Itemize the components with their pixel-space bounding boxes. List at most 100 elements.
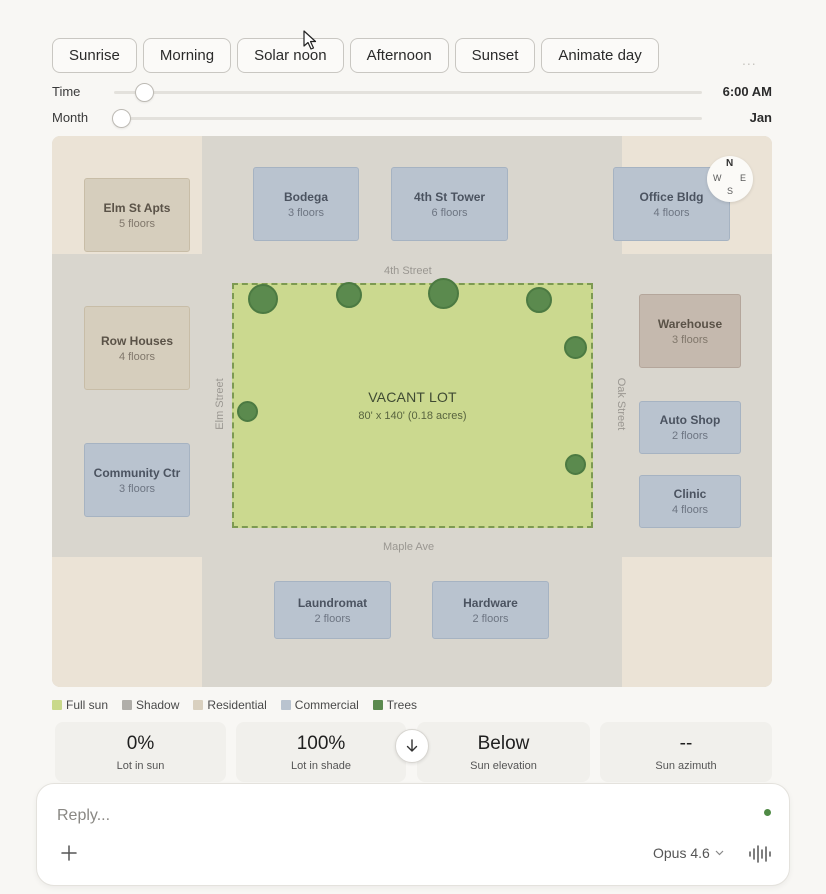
building-clinic: Clinic 4 floors bbox=[639, 475, 741, 528]
time-slider-row: Time 6:00 AM bbox=[52, 82, 772, 102]
building-name: Community Ctr bbox=[93, 465, 181, 480]
map-corner-block-se bbox=[622, 557, 772, 687]
animate-day-button[interactable]: Animate day bbox=[541, 38, 659, 73]
building-row-houses: Row Houses 4 floors bbox=[84, 306, 190, 390]
month-label: Month bbox=[52, 110, 89, 125]
building-name: Row Houses bbox=[100, 333, 173, 348]
map-legend: Full sun Shadow Residential Commercial T… bbox=[52, 698, 417, 712]
morning-button[interactable]: Morning bbox=[142, 38, 232, 73]
lot-title: VACANT LOT bbox=[368, 389, 457, 405]
afternoon-button[interactable]: Afternoon bbox=[349, 38, 449, 73]
lot-size: 80' x 140' (0.18 acres) bbox=[358, 410, 467, 422]
stat-lot-in-sun: 0% Lot in sun bbox=[55, 722, 226, 782]
voice-waveform-icon[interactable] bbox=[747, 844, 773, 864]
stat-label: Lot in shade bbox=[291, 759, 351, 772]
tree-icon bbox=[565, 454, 586, 475]
time-slider-thumb[interactable] bbox=[135, 83, 154, 102]
legend-label: Full sun bbox=[66, 698, 109, 712]
sunset-button[interactable]: Sunset bbox=[454, 38, 536, 73]
swatch-residential bbox=[193, 700, 204, 710]
street-label-oak: Oak Street bbox=[615, 377, 627, 431]
chevron-down-icon bbox=[715, 850, 724, 856]
building-name: Warehouse bbox=[657, 316, 723, 331]
building-floors: 3 floors bbox=[287, 206, 325, 219]
status-dot bbox=[764, 809, 771, 816]
stat-lot-in-shade: 100% Lot in shade bbox=[236, 722, 406, 782]
reply-input[interactable] bbox=[57, 804, 657, 828]
reply-composer: Opus 4.6 bbox=[36, 783, 790, 886]
building-name: Clinic bbox=[673, 487, 707, 501]
time-label: Time bbox=[52, 84, 81, 99]
legend-item-shadow: Shadow bbox=[122, 698, 179, 712]
month-slider-track[interactable] bbox=[112, 109, 702, 128]
building-floors: 3 floors bbox=[671, 333, 709, 346]
building-4th-st-tower: 4th St Tower 6 floors bbox=[391, 167, 508, 241]
building-name: Office Bldg bbox=[639, 189, 704, 204]
sunrise-button[interactable]: Sunrise bbox=[52, 38, 137, 73]
stat-value: Below bbox=[477, 732, 530, 754]
swatch-trees bbox=[372, 700, 383, 710]
legend-item-residential: Residential bbox=[193, 698, 267, 712]
stat-value: -- bbox=[679, 732, 693, 754]
tree-icon bbox=[526, 287, 552, 313]
building-name: Bodega bbox=[283, 189, 328, 204]
building-bodega: Bodega 3 floors bbox=[253, 167, 359, 241]
vacant-lot[interactable]: VACANT LOT 80' x 140' (0.18 acres) bbox=[232, 283, 593, 528]
building-elm-st-apts: Elm St Apts 5 floors bbox=[84, 178, 190, 252]
tree-icon bbox=[248, 284, 278, 314]
building-floors: 2 floors bbox=[314, 612, 351, 625]
building-floors: 2 floors bbox=[472, 612, 509, 625]
swatch-full-sun bbox=[52, 700, 62, 710]
building-name: 4th St Tower bbox=[413, 189, 486, 204]
street-label-maple: Maple Ave bbox=[383, 541, 435, 553]
legend-item-trees: Trees bbox=[372, 698, 418, 712]
building-name: Auto Shop bbox=[659, 413, 721, 427]
legend-label: Trees bbox=[386, 698, 418, 712]
model-selector[interactable]: Opus 4.6 bbox=[653, 845, 724, 861]
stat-sun-elevation: Below Sun elevation bbox=[417, 722, 590, 782]
tree-icon bbox=[564, 336, 587, 359]
swatch-shadow bbox=[122, 700, 133, 710]
building-floors: 4 floors bbox=[118, 350, 156, 363]
time-slider-track[interactable] bbox=[114, 83, 702, 102]
model-name: Opus 4.6 bbox=[653, 845, 710, 861]
building-floors: 4 floors bbox=[671, 504, 709, 516]
site-map: Elm St Apts 5 floors Bodega 3 floors 4th… bbox=[52, 136, 772, 687]
building-floors: 5 floors bbox=[118, 217, 156, 230]
building-floors: 6 floors bbox=[431, 206, 468, 219]
scroll-down-button[interactable] bbox=[395, 729, 429, 763]
stat-label: Sun azimuth bbox=[655, 759, 717, 772]
building-floors: 2 floors bbox=[671, 430, 709, 442]
tree-icon bbox=[336, 282, 362, 308]
legend-label: Commercial bbox=[294, 698, 359, 712]
building-hardware: Hardware 2 floors bbox=[432, 581, 549, 639]
stat-label: Sun elevation bbox=[470, 759, 537, 772]
stat-value: 100% bbox=[296, 732, 346, 754]
building-floors: 3 floors bbox=[118, 482, 156, 495]
map-corner-block-sw bbox=[52, 557, 202, 687]
compass-icon: N W E S bbox=[707, 156, 753, 202]
legend-item-commercial: Commercial bbox=[280, 698, 359, 712]
building-name: Elm St Apts bbox=[103, 200, 171, 215]
solar-noon-button[interactable]: Solar noon bbox=[237, 38, 344, 73]
arrow-down-icon bbox=[406, 739, 418, 752]
street-label-4th: 4th Street bbox=[384, 265, 432, 277]
time-value: 6:00 AM bbox=[722, 84, 772, 99]
month-value: Jan bbox=[749, 110, 772, 125]
compass-north: N bbox=[726, 158, 734, 169]
building-floors: 4 floors bbox=[653, 206, 690, 219]
month-slider-thumb[interactable] bbox=[112, 109, 131, 128]
building-name: Laundromat bbox=[297, 595, 368, 610]
compass-east: E bbox=[740, 173, 747, 183]
compass-west: W bbox=[713, 173, 722, 183]
plus-icon[interactable] bbox=[59, 843, 79, 863]
building-laundromat: Laundromat 2 floors bbox=[274, 581, 391, 639]
stat-sun-azimuth: -- Sun azimuth bbox=[600, 722, 772, 782]
month-slider-row: Month Jan bbox=[52, 108, 772, 128]
stat-label: Lot in sun bbox=[116, 759, 165, 772]
tree-icon bbox=[237, 401, 258, 422]
more-icon[interactable]: ... bbox=[742, 52, 757, 68]
legend-item-full-sun: Full sun bbox=[52, 698, 108, 712]
building-community-ctr: Community Ctr 3 floors bbox=[84, 443, 190, 517]
street-label-elm: Elm Street bbox=[214, 378, 226, 430]
